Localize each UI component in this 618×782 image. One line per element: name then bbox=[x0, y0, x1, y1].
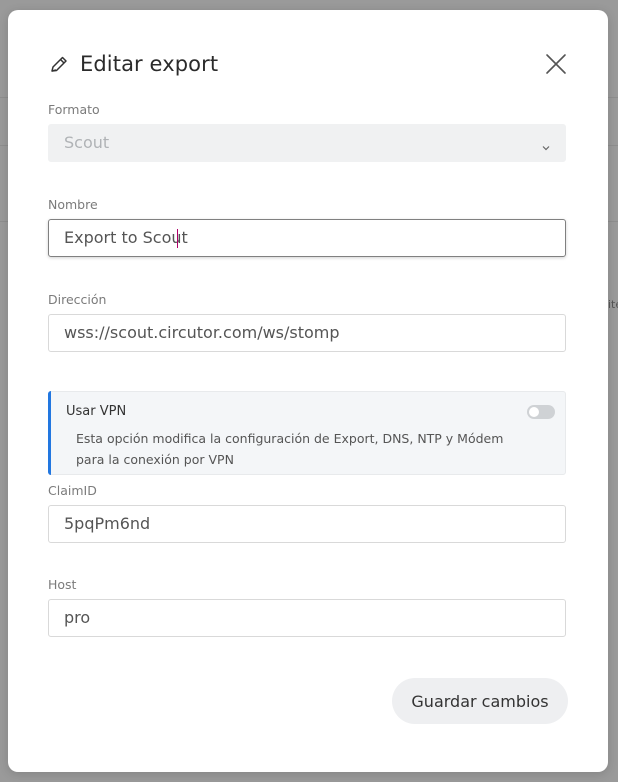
vpn-accent-bar bbox=[48, 391, 51, 475]
save-button[interactable]: Guardar cambios bbox=[392, 678, 568, 724]
edit-export-modal: Editar export Formato Scout Nombre Direc… bbox=[8, 10, 608, 772]
toggle-knob bbox=[529, 407, 539, 417]
vpn-title: Usar VPN bbox=[66, 404, 127, 419]
claimid-input[interactable] bbox=[64, 506, 544, 542]
vpn-toggle[interactable] bbox=[527, 405, 555, 419]
formato-value: Scout bbox=[64, 133, 110, 152]
close-icon[interactable] bbox=[544, 52, 568, 76]
host-label: Host bbox=[48, 577, 77, 592]
host-field[interactable] bbox=[48, 599, 566, 637]
nombre-field[interactable] bbox=[48, 219, 566, 257]
vpn-description: Esta opción modifica la configuración de… bbox=[76, 431, 504, 467]
modal-header: Editar export bbox=[48, 52, 568, 82]
claimid-label: ClaimID bbox=[48, 483, 97, 498]
formato-select[interactable]: Scout bbox=[48, 124, 566, 162]
background-text: ite bbox=[608, 298, 618, 311]
vpn-panel: Usar VPN Esta opción modifica la configu… bbox=[48, 391, 566, 475]
pencil-icon bbox=[48, 54, 70, 76]
text-caret bbox=[177, 229, 178, 248]
chevron-down-icon bbox=[541, 138, 551, 151]
modal-title: Editar export bbox=[80, 52, 219, 76]
direccion-label: Dirección bbox=[48, 292, 107, 307]
host-input[interactable] bbox=[64, 600, 544, 636]
direccion-field[interactable] bbox=[48, 314, 566, 352]
direccion-input[interactable] bbox=[64, 315, 544, 351]
nombre-input[interactable] bbox=[64, 220, 544, 256]
claimid-field[interactable] bbox=[48, 505, 566, 543]
nombre-label: Nombre bbox=[48, 197, 98, 212]
formato-label: Formato bbox=[48, 102, 100, 117]
